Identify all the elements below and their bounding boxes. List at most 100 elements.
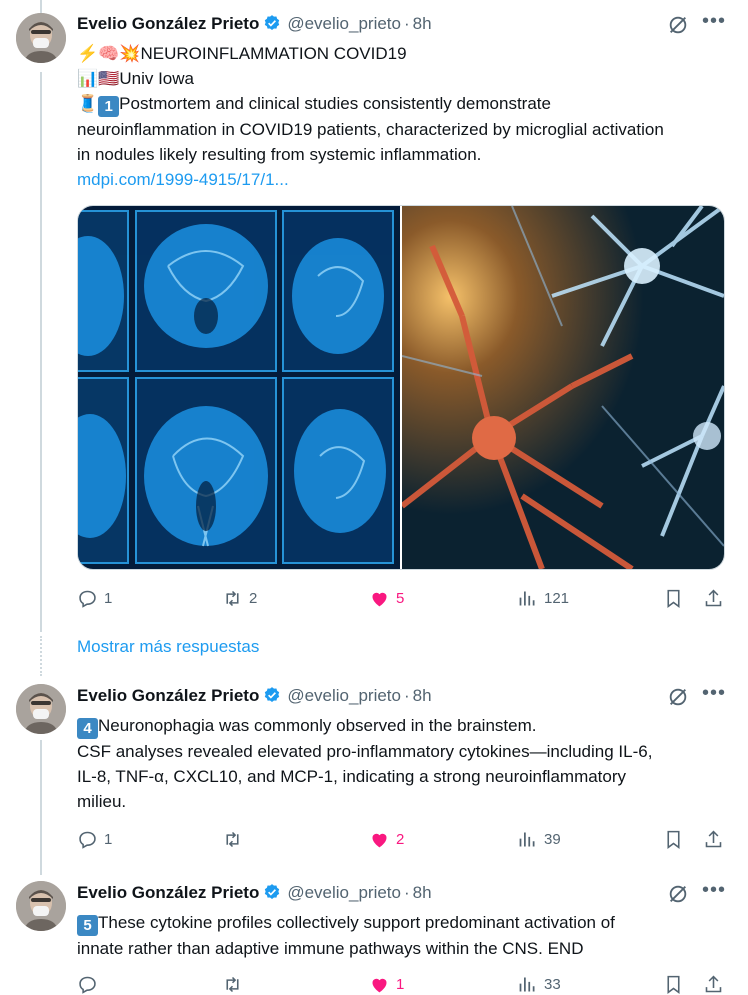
views-count: 121 — [544, 590, 570, 607]
like-count: 1 — [396, 976, 405, 993]
neuron-image[interactable] — [402, 206, 724, 569]
views-icon — [519, 977, 535, 992]
bookmark-icon — [667, 830, 680, 849]
number-badge: 5 — [77, 915, 98, 936]
bookmark-button[interactable] — [663, 588, 684, 609]
post-text-span: Neuronophagia was commonly observed in t… — [98, 716, 537, 735]
thread-emoji: 🧵 — [77, 94, 99, 113]
post-time[interactable]: 8h — [413, 883, 432, 902]
repost-button[interactable] — [222, 829, 249, 850]
like-icon — [372, 978, 387, 993]
views-button[interactable]: 33 — [517, 974, 561, 995]
bookmark-icon — [667, 589, 680, 608]
post-text-line: in nodules likely resulting from systemi… — [77, 145, 482, 164]
post-text-line: neuroinflammation in COVID19 patients, c… — [77, 120, 664, 139]
like-count: 5 — [396, 590, 405, 607]
avatar[interactable] — [16, 881, 66, 931]
repost-icon — [226, 831, 239, 848]
share-button[interactable] — [703, 829, 724, 850]
share-button[interactable] — [703, 974, 724, 995]
post-text-line: 5 These cytokine profiles collectively su… — [77, 910, 737, 936]
like-count: 2 — [396, 831, 405, 848]
post-text-line: CSF analyses revealed elevated pro-infla… — [77, 742, 653, 761]
views-button[interactable]: 121 — [517, 588, 569, 609]
post-text-line: IL-8, TNF-α, CXCL10, and MCP-1, indicati… — [77, 767, 627, 786]
verified-icon — [265, 15, 280, 30]
share-button[interactable] — [703, 588, 724, 609]
post-text-span: Postmortem and clinical studies consiste… — [119, 94, 551, 113]
author-handle[interactable]: @evelio_prieto — [287, 14, 401, 33]
like-icon — [372, 592, 387, 607]
post-text: ⚡🧠💥NEUROINFLAMMATION COVID19 📊🇺🇸Univ Iow… — [77, 41, 737, 192]
grok-icon[interactable] — [667, 686, 689, 708]
repost-icon — [226, 976, 239, 993]
thread-line — [40, 740, 42, 875]
post-text-line: ⚡🧠💥NEUROINFLAMMATION COVID19 — [77, 44, 407, 63]
verified-icon — [265, 687, 280, 702]
post-header: Evelio González Prieto @evelio_prieto · 8h — [77, 14, 432, 34]
repost-count: 2 — [249, 590, 258, 607]
more-icon[interactable]: ••• — [702, 879, 726, 902]
thread-line-dotted — [40, 636, 42, 676]
author-name[interactable]: Evelio González Prieto — [77, 686, 259, 705]
post-text-line: 🧵 1 Postmortem and clinical studies consis… — [77, 91, 737, 117]
bookmark-button[interactable] — [663, 974, 684, 995]
share-icon — [705, 830, 722, 848]
post-text-span: These cytokine profiles collectively sup… — [98, 913, 615, 932]
views-count: 33 — [544, 976, 561, 993]
mri-scan-image[interactable] — [78, 206, 400, 569]
separator-dot: · — [403, 686, 410, 705]
author-name[interactable]: Evelio González Prieto — [77, 14, 259, 33]
repost-button[interactable] — [222, 974, 243, 995]
grok-icon[interactable] — [667, 14, 689, 36]
reply-count: 1 — [104, 831, 113, 848]
like-icon — [372, 833, 387, 848]
thread-line — [40, 72, 42, 632]
repost-icon — [226, 590, 239, 607]
avatar[interactable] — [16, 684, 66, 734]
more-icon[interactable]: ••• — [702, 682, 726, 705]
post-media[interactable] — [77, 205, 725, 570]
author-name[interactable]: Evelio González Prieto — [77, 883, 259, 902]
post-header: Evelio González Prieto @evelio_prieto · 8h — [77, 883, 432, 903]
post-link[interactable]: mdpi.com/1999-4915/17/1... — [77, 167, 737, 192]
post-text: 5 These cytokine profiles collectively su… — [77, 910, 737, 961]
reply-button[interactable] — [77, 974, 98, 995]
grok-icon[interactable] — [667, 883, 689, 905]
repost-button[interactable]: 2 — [222, 588, 257, 609]
like-button[interactable]: 2 — [369, 829, 404, 850]
views-count: 39 — [544, 831, 561, 848]
verified-icon — [265, 884, 280, 899]
show-more-replies-link[interactable]: Mostrar más respuestas — [77, 637, 259, 657]
number-badge: 4 — [77, 718, 98, 739]
reply-icon — [79, 590, 96, 608]
reply-count: 1 — [104, 590, 113, 607]
like-button[interactable]: 1 — [369, 974, 404, 995]
author-handle[interactable]: @evelio_prieto — [287, 883, 401, 902]
number-badge: 1 — [98, 96, 120, 117]
post-text-line: milieu. — [77, 792, 127, 811]
post-time[interactable]: 8h — [413, 14, 432, 33]
share-icon — [705, 975, 722, 993]
share-icon — [705, 589, 722, 607]
post-time[interactable]: 8h — [413, 686, 432, 705]
like-button[interactable]: 5 — [369, 588, 404, 609]
views-icon — [519, 832, 535, 847]
separator-dot: · — [403, 14, 410, 33]
views-button[interactable]: 39 — [517, 829, 561, 850]
separator-dot: · — [403, 883, 410, 902]
reply-button[interactable]: 1 — [77, 829, 112, 850]
reply-icon — [79, 976, 96, 994]
bookmark-button[interactable] — [663, 829, 684, 850]
post-header: Evelio González Prieto @evelio_prieto · 8h — [77, 686, 432, 706]
more-icon[interactable]: ••• — [702, 10, 726, 33]
bookmark-icon — [667, 975, 680, 994]
post-text-line: 4 Neuronophagia was commonly observed in … — [77, 713, 737, 739]
reply-button[interactable]: 1 — [77, 588, 112, 609]
reply-icon — [79, 831, 96, 849]
post-text: 4 Neuronophagia was commonly observed in … — [77, 713, 737, 814]
views-icon — [519, 591, 535, 606]
author-handle[interactable]: @evelio_prieto — [287, 686, 401, 705]
avatar[interactable] — [16, 13, 66, 63]
post-text-line: 📊🇺🇸Univ Iowa — [77, 69, 194, 88]
